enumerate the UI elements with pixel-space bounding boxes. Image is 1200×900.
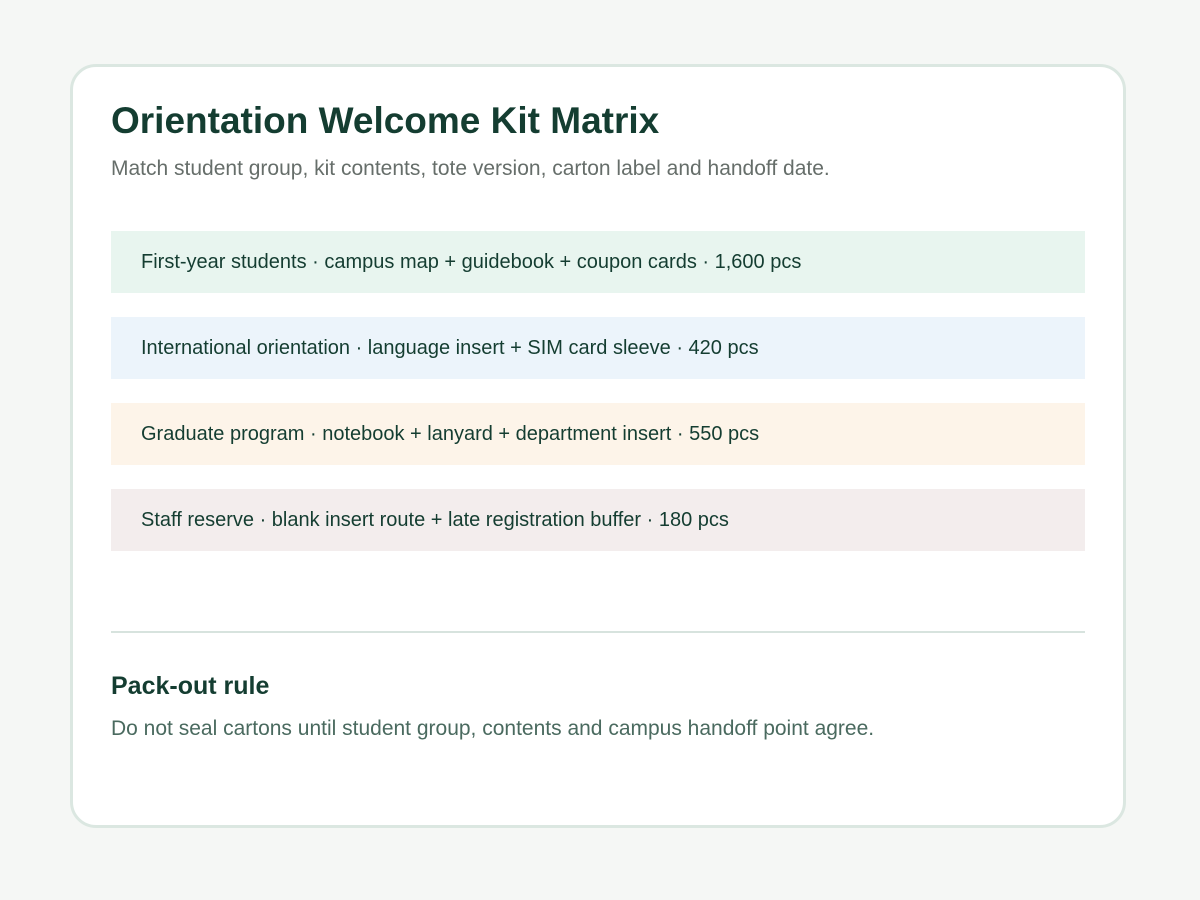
kit-row-graduate: Graduate program · notebook + lanyard + … (111, 403, 1085, 465)
kit-row-international: International orientation · language ins… (111, 317, 1085, 379)
page-subtitle: Match student group, kit contents, tote … (111, 157, 830, 180)
kit-row-staff-reserve: Staff reserve · blank insert route + lat… (111, 489, 1085, 551)
page-title: Orientation Welcome Kit Matrix (111, 100, 660, 141)
pack-out-rule-text: Do not seal cartons until student group,… (111, 717, 875, 740)
section-divider (111, 631, 1085, 633)
kit-matrix-card: Orientation Welcome Kit Matrix Match stu… (70, 64, 1126, 828)
pack-out-rule-heading: Pack-out rule (111, 672, 270, 700)
kit-group-list: First-year students · campus map + guide… (111, 231, 1085, 551)
kit-row-first-year: First-year students · campus map + guide… (111, 231, 1085, 293)
